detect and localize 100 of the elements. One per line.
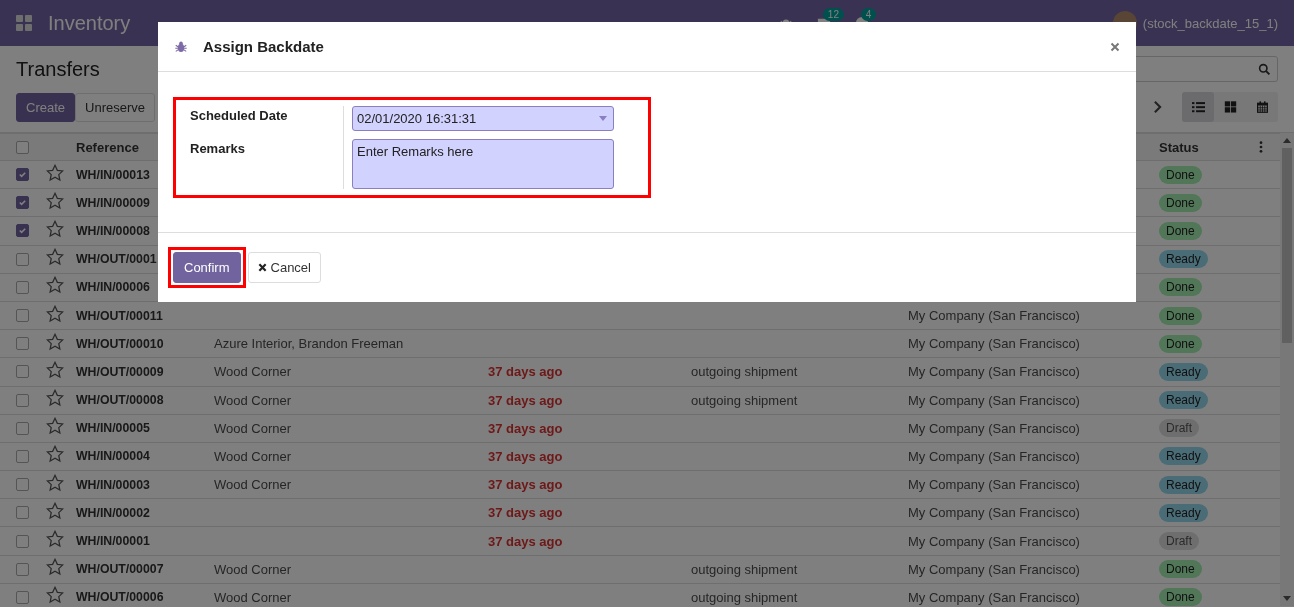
- row-checkbox[interactable]: [16, 252, 29, 266]
- contact-cell: Wood Corner: [214, 589, 292, 605]
- star-icon[interactable]: [46, 586, 64, 605]
- list-icon: [1191, 101, 1205, 113]
- next-page-icon[interactable]: [1153, 100, 1162, 114]
- reference-cell: WH/IN/00013: [76, 167, 150, 182]
- star-icon[interactable]: [46, 191, 64, 210]
- star-icon[interactable]: [46, 332, 64, 351]
- dialog-title: Assign Backdate: [203, 38, 324, 55]
- grid-icon: [1223, 101, 1237, 113]
- select-all-checkbox[interactable]: [16, 140, 29, 154]
- company-cell: My Company (San Francisco): [908, 589, 1080, 605]
- row-checkbox[interactable]: [16, 365, 29, 379]
- row-checkbox[interactable]: [16, 280, 29, 294]
- reference-cell: WH/IN/00001: [76, 534, 150, 549]
- star-icon[interactable]: [46, 219, 64, 238]
- star-icon[interactable]: [46, 276, 64, 295]
- message-count-badge: 12: [822, 8, 844, 21]
- row-checkbox[interactable]: [16, 168, 29, 182]
- company-cell: My Company (San Francisco): [908, 533, 1080, 549]
- status-badge: Done: [1159, 278, 1202, 297]
- close-icon[interactable]: [1110, 41, 1120, 52]
- star-icon[interactable]: [46, 558, 64, 577]
- star-icon[interactable]: [46, 304, 64, 323]
- reference-cell: WH/OUT/00008: [76, 393, 164, 408]
- page-title: Transfers: [16, 57, 100, 81]
- scheduled-date-cell: 37 days ago: [488, 392, 563, 408]
- status-badge: Draft: [1159, 532, 1199, 551]
- status-badge: Ready: [1159, 362, 1208, 381]
- contact-cell: Wood Corner: [214, 448, 292, 464]
- field-label: Remarks: [190, 141, 246, 156]
- row-checkbox[interactable]: [16, 449, 29, 463]
- star-icon[interactable]: [46, 417, 64, 436]
- row-checkbox[interactable]: [16, 393, 29, 407]
- status-badge: Ready: [1159, 503, 1208, 522]
- star-icon[interactable]: [46, 163, 64, 182]
- status-badge: Ready: [1159, 391, 1208, 410]
- scroll-down-icon[interactable]: [1283, 596, 1291, 601]
- check-icon: [18, 198, 27, 208]
- list-view-button[interactable]: [1182, 92, 1214, 122]
- user-menu[interactable]: (stock_backdate_15_1): [1142, 15, 1278, 31]
- status-badge: Done: [1159, 193, 1202, 212]
- check-icon: [18, 226, 27, 236]
- reference-cell: WH/IN/00003: [76, 477, 150, 492]
- scrollbar-thumb[interactable]: [1282, 148, 1292, 343]
- company-cell: My Company (San Francisco): [908, 392, 1080, 408]
- star-icon[interactable]: [46, 473, 64, 492]
- app-name[interactable]: Inventory: [48, 11, 148, 35]
- column-header[interactable]: Status: [1159, 139, 1199, 155]
- reference-cell: WH/OUT/00006: [76, 590, 164, 605]
- star-icon[interactable]: [46, 501, 64, 520]
- star-icon[interactable]: [46, 360, 64, 379]
- source-document-cell: outgoing shipment: [691, 589, 798, 605]
- caret-icon[interactable]: [599, 116, 607, 121]
- reference-cell: WH/IN/00009: [76, 195, 150, 210]
- status-badge: Draft: [1159, 419, 1199, 438]
- status-badge: Ready: [1159, 475, 1208, 494]
- status-badge: Done: [1159, 165, 1202, 184]
- source-document-cell: outgoing shipment: [691, 392, 798, 408]
- column-header[interactable]: Reference: [76, 139, 139, 155]
- field-label: Scheduled Date: [190, 108, 289, 123]
- status-badge: Done: [1159, 588, 1202, 607]
- confirm-button[interactable]: Confirm: [173, 251, 241, 283]
- scroll-up-icon[interactable]: [1283, 138, 1291, 143]
- unreserve-button[interactable]: Unreserve: [75, 92, 155, 122]
- star-icon[interactable]: [46, 389, 64, 408]
- row-checkbox[interactable]: [16, 421, 29, 435]
- row-checkbox[interactable]: [16, 478, 29, 492]
- row-checkbox[interactable]: [16, 506, 29, 520]
- star-icon[interactable]: [46, 445, 64, 464]
- scrollbar[interactable]: [1280, 133, 1294, 606]
- column-options-icon[interactable]: [1259, 141, 1263, 153]
- company-cell: My Company (San Francisco): [908, 308, 1080, 324]
- reference-cell: WH/IN/00004: [76, 449, 150, 464]
- reference-cell: WH/OUT/0001: [76, 252, 157, 267]
- row-checkbox[interactable]: [16, 309, 29, 323]
- row-checkbox[interactable]: [16, 590, 29, 604]
- search-icon[interactable]: [1258, 62, 1271, 76]
- row-checkbox[interactable]: [16, 337, 29, 351]
- reference-cell: WH/OUT/00010: [76, 336, 164, 351]
- row-checkbox[interactable]: [16, 224, 29, 238]
- remarks-field[interactable]: Enter Remarks here: [352, 139, 614, 189]
- row-checkbox[interactable]: [16, 562, 29, 576]
- star-icon[interactable]: [46, 248, 64, 267]
- company-cell: My Company (San Francisco): [908, 420, 1080, 436]
- source-document-cell: outgoing shipment: [691, 364, 798, 380]
- cancel-button[interactable]: Cancel: [247, 251, 321, 283]
- status-badge: Done: [1159, 221, 1202, 240]
- reference-cell: WH/OUT/00011: [76, 308, 163, 323]
- apps-menu-icon[interactable]: [16, 15, 32, 31]
- company-cell: My Company (San Francisco): [908, 448, 1080, 464]
- company-cell: My Company (San Francisco): [908, 336, 1080, 352]
- create-button[interactable]: Create: [16, 92, 76, 122]
- date-field[interactable]: 02/01/2020 16:31:31: [352, 106, 614, 131]
- star-icon[interactable]: [46, 530, 64, 549]
- status-badge: Ready: [1159, 250, 1208, 269]
- bug-icon: [174, 39, 188, 54]
- row-checkbox[interactable]: [16, 534, 29, 548]
- row-checkbox[interactable]: [16, 196, 29, 210]
- company-cell: My Company (San Francisco): [908, 364, 1080, 380]
